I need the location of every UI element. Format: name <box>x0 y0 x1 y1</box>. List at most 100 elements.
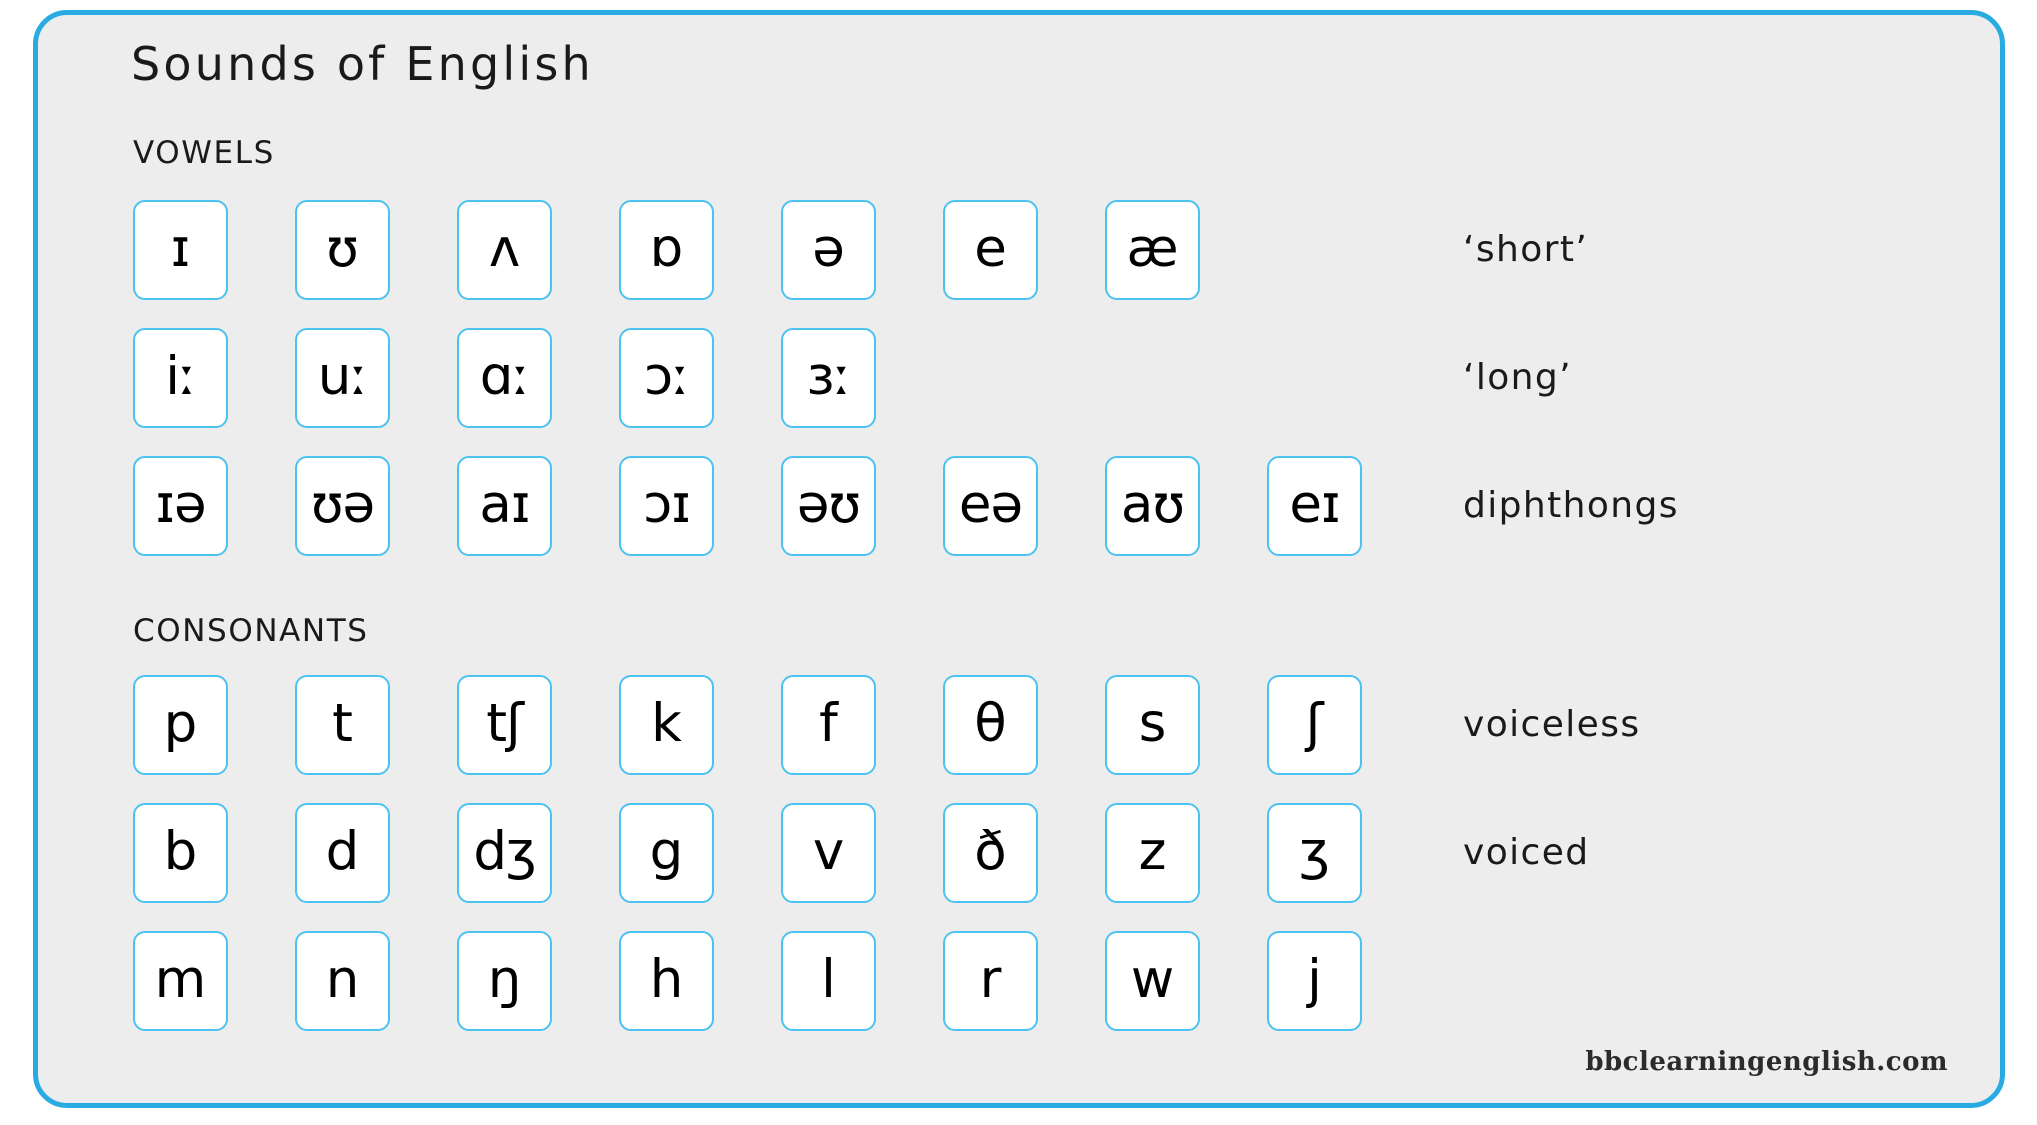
phoneme-tile-long-2[interactable]: ɑː <box>457 328 552 428</box>
phoneme-tile-voiceless-4[interactable]: f <box>781 675 876 775</box>
phoneme-tile-slot: ɒ <box>619 200 714 300</box>
phoneme-tile-diphthongs-5[interactable]: eə <box>943 456 1038 556</box>
phoneme-tile-diphthongs-0[interactable]: ɪə <box>133 456 228 556</box>
phoneme-tile-slot: f <box>781 675 876 775</box>
phoneme-tile-other-0[interactable]: m <box>133 931 228 1031</box>
sound-row-voiced-consonants: b d dʒ g v ð z ʒ <box>133 803 1429 903</box>
phoneme-tile-slot: ɜː <box>781 328 876 428</box>
phoneme-tile-slot: ɑː <box>457 328 552 428</box>
phoneme-tile-other-6[interactable]: w <box>1105 931 1200 1031</box>
phoneme-tile-slot: m <box>133 931 228 1031</box>
phoneme-tile-long-1[interactable]: uː <box>295 328 390 428</box>
phoneme-tile-voiced-7[interactable]: ʒ <box>1267 803 1362 903</box>
phoneme-tile-voiceless-6[interactable]: s <box>1105 675 1200 775</box>
phoneme-tile-voiceless-1[interactable]: t <box>295 675 390 775</box>
phoneme-tile-slot: ʃ <box>1267 675 1362 775</box>
phoneme-tile-voiceless-0[interactable]: p <box>133 675 228 775</box>
phoneme-tile-slot: ʌ <box>457 200 552 300</box>
phoneme-tile-slot: aɪ <box>457 456 552 556</box>
sound-row-long-vowels: iː uː ɑː ɔː ɜː <box>133 328 943 428</box>
row-label-voiceless: voiceless <box>1463 704 1641 745</box>
phoneme-tile-slot: n <box>295 931 390 1031</box>
sound-row-diphthongs: ɪə ʊə aɪ ɔɪ əʊ eə aʊ eɪ <box>133 456 1429 556</box>
phoneme-tile-slot: d <box>295 803 390 903</box>
phoneme-tile-voiced-3[interactable]: g <box>619 803 714 903</box>
phoneme-tile-slot: ŋ <box>457 931 552 1031</box>
phoneme-tile-slot: əʊ <box>781 456 876 556</box>
phoneme-tile-slot: æ <box>1105 200 1200 300</box>
phoneme-tile-other-7[interactable]: j <box>1267 931 1362 1031</box>
phoneme-tile-slot: ɔː <box>619 328 714 428</box>
phoneme-tile-slot: l <box>781 931 876 1031</box>
phoneme-tile-other-3[interactable]: h <box>619 931 714 1031</box>
phoneme-tile-short-6[interactable]: æ <box>1105 200 1200 300</box>
phoneme-tile-short-4[interactable]: ə <box>781 200 876 300</box>
phoneme-tile-slot: eə <box>943 456 1038 556</box>
phoneme-tile-short-1[interactable]: ʊ <box>295 200 390 300</box>
phoneme-tile-diphthongs-2[interactable]: aɪ <box>457 456 552 556</box>
sound-row-short-vowels: ɪʊʌɒəeæ <box>133 200 1267 300</box>
phoneme-tile-diphthongs-3[interactable]: ɔɪ <box>619 456 714 556</box>
phoneme-tile-voiceless-3[interactable]: k <box>619 675 714 775</box>
phoneme-tile-other-4[interactable]: l <box>781 931 876 1031</box>
phoneme-tile-voiced-1[interactable]: d <box>295 803 390 903</box>
phoneme-tile-slot: j <box>1267 931 1362 1031</box>
phoneme-tile-slot: ɔɪ <box>619 456 714 556</box>
row-label-long: ‘long’ <box>1463 357 1572 398</box>
phoneme-tile-short-2[interactable]: ʌ <box>457 200 552 300</box>
phoneme-tile-slot: ʊ <box>295 200 390 300</box>
phoneme-tile-short-0[interactable]: ɪ <box>133 200 228 300</box>
phoneme-tile-slot: tʃ <box>457 675 552 775</box>
phoneme-tile-slot: ə <box>781 200 876 300</box>
phoneme-tile-slot: θ <box>943 675 1038 775</box>
phoneme-tile-voiceless-5[interactable]: θ <box>943 675 1038 775</box>
phoneme-tile-voiced-6[interactable]: z <box>1105 803 1200 903</box>
phoneme-tile-slot: eɪ <box>1267 456 1362 556</box>
phoneme-tile-diphthongs-6[interactable]: aʊ <box>1105 456 1200 556</box>
phoneme-tile-slot: iː <box>133 328 228 428</box>
phoneme-tile-diphthongs-1[interactable]: ʊə <box>295 456 390 556</box>
phoneme-tile-slot: uː <box>295 328 390 428</box>
phoneme-tile-slot: ʊə <box>295 456 390 556</box>
phoneme-tile-slot: ʒ <box>1267 803 1362 903</box>
phoneme-tile-long-3[interactable]: ɔː <box>619 328 714 428</box>
sound-row-other-consonants: mnŋhlrwj <box>133 931 1429 1031</box>
phoneme-tile-slot: h <box>619 931 714 1031</box>
phoneme-tile-other-2[interactable]: ŋ <box>457 931 552 1031</box>
phoneme-tile-other-1[interactable]: n <box>295 931 390 1031</box>
phoneme-tile-slot: r <box>943 931 1038 1031</box>
phoneme-tile-diphthongs-7[interactable]: eɪ <box>1267 456 1362 556</box>
row-label-short: ‘short’ <box>1463 229 1589 270</box>
sound-row-voiceless-consonants: p t tʃ k f θ s ʃ <box>133 675 1429 775</box>
phoneme-tile-long-0[interactable]: iː <box>133 328 228 428</box>
phoneme-tile-voiced-5[interactable]: ð <box>943 803 1038 903</box>
phonemic-chart-card: Sounds of English VOWELS ɪʊʌɒəeæ ‘short’… <box>33 10 2005 1108</box>
phoneme-tile-slot: b <box>133 803 228 903</box>
phoneme-tile-voiceless-7[interactable]: ʃ <box>1267 675 1362 775</box>
phoneme-tile-voiced-4[interactable]: v <box>781 803 876 903</box>
phoneme-tile-diphthongs-4[interactable]: əʊ <box>781 456 876 556</box>
phoneme-tile-slot: g <box>619 803 714 903</box>
phoneme-tile-short-3[interactable]: ɒ <box>619 200 714 300</box>
phoneme-tile-slot: ɪə <box>133 456 228 556</box>
page-title: Sounds of English <box>131 37 594 91</box>
phoneme-tile-slot: aʊ <box>1105 456 1200 556</box>
phoneme-tile-slot: k <box>619 675 714 775</box>
phoneme-tile-slot: w <box>1105 931 1200 1031</box>
phoneme-tile-short-5[interactable]: e <box>943 200 1038 300</box>
row-label-diphthongs: diphthongs <box>1463 485 1679 526</box>
phoneme-tile-long-4[interactable]: ɜː <box>781 328 876 428</box>
phoneme-tile-slot: ɪ <box>133 200 228 300</box>
phoneme-tile-slot: ð <box>943 803 1038 903</box>
section-heading-vowels: VOWELS <box>133 135 275 171</box>
phoneme-tile-slot: e <box>943 200 1038 300</box>
phoneme-tile-voiced-2[interactable]: dʒ <box>457 803 552 903</box>
phoneme-tile-slot: p <box>133 675 228 775</box>
section-heading-consonants: CONSONANTS <box>133 613 369 649</box>
phoneme-tile-slot: t <box>295 675 390 775</box>
footer-attribution: bbclearningenglish.com <box>1585 1047 1948 1077</box>
phoneme-tile-slot: v <box>781 803 876 903</box>
phoneme-tile-other-5[interactable]: r <box>943 931 1038 1031</box>
phoneme-tile-voiced-0[interactable]: b <box>133 803 228 903</box>
phoneme-tile-voiceless-2[interactable]: tʃ <box>457 675 552 775</box>
